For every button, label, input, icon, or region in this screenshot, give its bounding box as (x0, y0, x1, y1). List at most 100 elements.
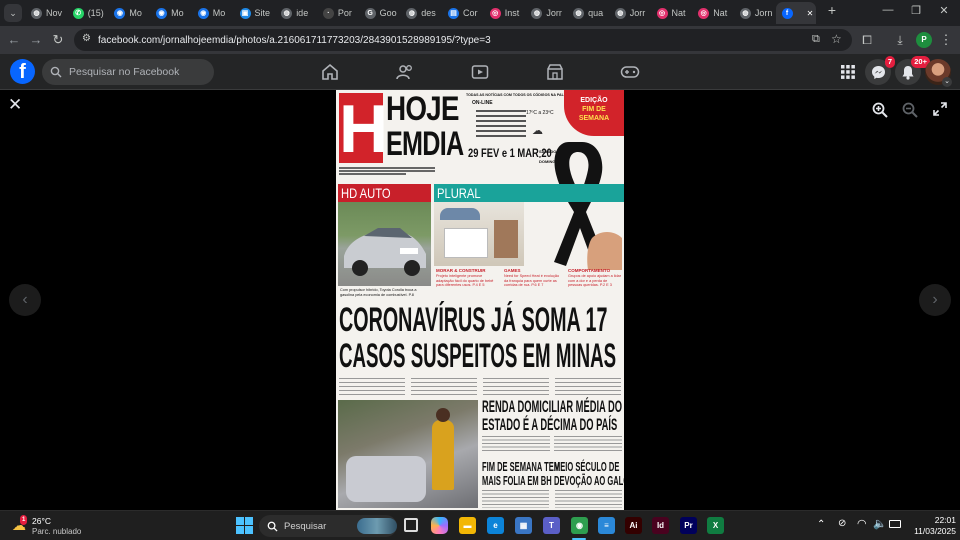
paper-online-label: ON-LINE (472, 100, 493, 106)
browser-tab[interactable]: ◍ qua (567, 2, 607, 24)
profile-avatar[interactable]: P (916, 32, 932, 48)
reload-button[interactable]: ↻ (50, 32, 66, 48)
taskbar-time[interactable]: 22:01 (908, 515, 956, 525)
illustrator-icon[interactable]: Ai (625, 517, 642, 534)
browser-menu-icon[interactable]: ⋮ (938, 32, 954, 48)
task-view-button[interactable] (404, 518, 418, 532)
browser-tab[interactable]: ◉ Mo (150, 2, 190, 24)
show-hidden-icons-button[interactable]: ⌃ (817, 519, 825, 530)
menu-button[interactable] (835, 59, 861, 85)
plural-col1-text: Projeto inteligente promove adaptação fá… (436, 274, 494, 288)
browser-tab[interactable]: ◍ des (400, 2, 440, 24)
close-icon: ✕ (8, 95, 23, 114)
browser-tab[interactable]: ▤ Cor (442, 2, 482, 24)
premiere-icon[interactable]: Pr (680, 517, 697, 534)
edge-icon[interactable]: e (487, 517, 504, 534)
extensions-icon[interactable]: ⧠ (859, 32, 875, 48)
tab-close-icon[interactable]: ✕ (807, 9, 814, 18)
tab-title: Jorr (629, 8, 646, 18)
tab-favicon-icon: G (364, 7, 376, 19)
nav-watch[interactable] (469, 62, 491, 82)
browser-tab[interactable]: ◍ Jorn (734, 2, 774, 24)
waste-collector-photo (338, 400, 478, 508)
bedroom-photo (434, 202, 524, 266)
marketplace-icon (547, 64, 563, 80)
excel-icon[interactable]: X (707, 517, 724, 534)
teams-icon[interactable]: T (543, 517, 560, 534)
account-chevron-icon[interactable]: ⌄ (942, 77, 952, 87)
copilot-button[interactable] (431, 517, 448, 534)
gaming-icon (620, 66, 640, 78)
messenger-badge: 7 (884, 56, 895, 68)
maximize-button[interactable]: ❐ (906, 4, 926, 17)
tab-favicon-icon: ✆ (72, 7, 84, 19)
browser-tab[interactable]: ◍ Jorr (525, 2, 565, 24)
browser-tab[interactable]: ◉ Mo (108, 2, 148, 24)
story2-line2: ESTADO É A DÉCIMA DO PAÍS (482, 415, 618, 434)
chrome-icon[interactable]: ◉ (571, 517, 588, 534)
previous-photo-button[interactable]: ‹ (9, 284, 41, 316)
chevron-right-icon: › (932, 291, 938, 308)
nav-friends[interactable] (394, 62, 416, 82)
download-icon[interactable]: ⤓ (892, 32, 908, 48)
close-window-button[interactable]: ✕ (934, 4, 954, 17)
plural-col1-title: MORAR & CONSTRUIR (436, 268, 486, 273)
browser-tab[interactable]: ◎ Nat (692, 2, 732, 24)
browser-tab[interactable]: f ✕ (775, 2, 816, 24)
notifications-button[interactable]: 20+ (895, 56, 930, 85)
url-text: facebook.com/jornalhojeemdia/photos/a.21… (98, 34, 491, 46)
browser-tab[interactable]: ◉ Mo (192, 2, 232, 24)
back-button[interactable]: ← (6, 32, 22, 48)
start-button[interactable] (236, 517, 253, 534)
tab-search-dropdown[interactable]: ⌄ (4, 4, 22, 22)
paper-weather: 17ºC a 23ºC (526, 110, 554, 116)
files-icon[interactable]: ▬ (459, 517, 476, 534)
tab-title: ide (296, 8, 309, 18)
forward-arrow-icon: → (29, 32, 43, 47)
taskbar-date[interactable]: 11/03/2025 (900, 526, 956, 536)
browser-tab[interactable]: ◎ Inst (484, 2, 524, 24)
browser-toolbar: ← → ↻ ⚙ facebook.com/jornalhojeemdia/pho… (0, 26, 960, 54)
zoom-out-button[interactable] (902, 102, 918, 123)
browser-tab[interactable]: ✆ (15) (67, 2, 107, 24)
next-photo-button[interactable]: › (919, 284, 951, 316)
browser-tab[interactable]: ◍ Jorr (609, 2, 649, 24)
address-bar[interactable]: ⚙ facebook.com/jornalhojeemdia/photos/a.… (74, 29, 852, 51)
home-icon (322, 63, 338, 80)
wifi-icon[interactable]: ◠ (857, 517, 867, 530)
install-app-icon[interactable]: ⧉ (812, 33, 820, 46)
notepad-icon[interactable]: ≡ (598, 517, 615, 534)
volume-icon[interactable]: 🔈 (873, 517, 887, 530)
store-icon[interactable]: ▦ (515, 517, 532, 534)
tab-title: Cor (463, 8, 478, 18)
browser-tab[interactable]: ▣ Site (234, 2, 274, 24)
network-status-icon[interactable]: ⊘ (838, 518, 846, 529)
nav-home[interactable] (319, 62, 341, 82)
minimize-button[interactable]: — (878, 4, 898, 16)
tab-title: Nat (713, 8, 728, 18)
weather-widget[interactable]: ☁ 1 26°C Parc. nublado (10, 514, 100, 538)
fullscreen-button[interactable] (933, 102, 947, 121)
site-info-icon[interactable]: ⚙ (82, 33, 91, 44)
facebook-search-input[interactable]: Pesquisar no Facebook (42, 59, 214, 85)
forward-button[interactable]: → (28, 32, 44, 48)
messenger-button[interactable]: 7 (865, 56, 895, 85)
nav-marketplace[interactable] (544, 62, 566, 82)
tab-favicon-icon: ◍ (531, 7, 543, 19)
facebook-logo[interactable]: f (10, 59, 35, 84)
close-viewer-button[interactable]: ✕ (8, 95, 22, 115)
browser-tab[interactable]: ◎ Nat (651, 2, 691, 24)
taskbar-search[interactable]: Pesquisar (259, 515, 397, 537)
bookmark-star-icon[interactable]: ☆ (831, 32, 842, 46)
tab-title: Mo (129, 8, 142, 18)
zoom-in-button[interactable] (872, 102, 888, 123)
browser-tab[interactable]: ◍ ide (275, 2, 315, 24)
browser-tab[interactable]: · Por (317, 2, 357, 24)
section-hd-auto-label: HD AUTO (341, 185, 391, 201)
browser-tab[interactable]: ◍ Nov (25, 2, 65, 24)
indesign-icon[interactable]: Id (652, 517, 669, 534)
messenger-icon (871, 65, 885, 79)
browser-tab[interactable]: G Goo (359, 2, 399, 24)
nav-gaming[interactable] (619, 62, 641, 82)
new-tab-button[interactable]: + (822, 2, 842, 18)
